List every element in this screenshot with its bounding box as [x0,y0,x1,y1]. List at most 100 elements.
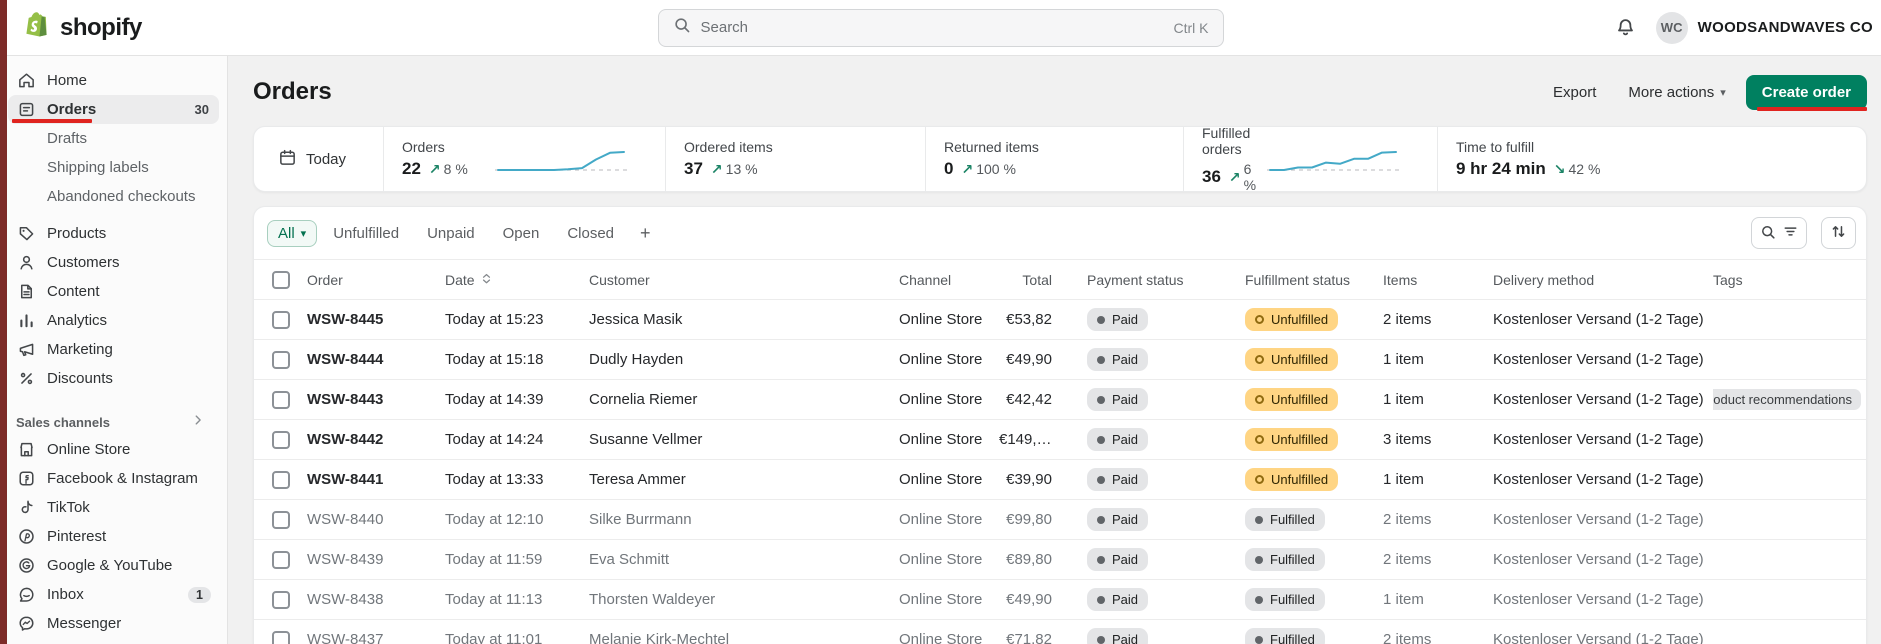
sidebar-item-pinterest[interactable]: Pinterest [8,522,219,551]
sidebar-item-label: TikTok [47,499,90,516]
sort-arrows-icon [1830,223,1847,243]
items-count: 2 items [1383,511,1432,528]
row-checkbox[interactable] [272,430,290,449]
notifications-bell-icon[interactable] [1615,17,1636,38]
table-row[interactable]: WSW-8445 Today at 15:23 Jessica Masik Onlin… [254,299,1866,339]
row-checkbox[interactable] [272,310,290,329]
table-row[interactable]: WSW-8438 Today at 11:13 Thorsten Waldeyer O… [254,579,1866,619]
tab-all[interactable]: All ▾ [267,219,318,247]
row-checkbox[interactable] [272,470,290,489]
table-row[interactable]: WSW-8443 Today at 14:39 Cornelia Riemer Onl… [254,379,1866,419]
search-filter-button[interactable] [1751,217,1807,249]
row-checkbox[interactable] [272,550,290,569]
sidebar-item-label: Home [47,72,88,89]
column-sort-icon [480,272,493,288]
sidebar-item-discounts[interactable]: Discounts [8,364,219,393]
items-count: 2 items [1383,551,1432,568]
sidebar-item-label: Inbox [47,586,84,603]
sidebar-item-marketing[interactable]: Marketing [8,335,219,364]
column-header-label: Items [1383,271,1418,288]
sidebar-item-analytics[interactable]: Analytics [8,306,219,335]
paid-status-badge: Paid [1087,388,1149,411]
sidebar-item-facebook-instagram[interactable]: Facebook & Instagram [8,464,219,493]
orders-card: All ▾ Unfulfilled Unpaid Open Closed + Order Da… [253,206,1867,644]
sidebar-item-tiktok[interactable]: TikTok [8,493,219,522]
paid-status-badge: Paid [1087,428,1149,451]
row-checkbox[interactable] [272,510,290,529]
metric-delta: ↗ 13 % [711,161,758,178]
sidebar-item-messenger[interactable]: Messenger [8,609,219,638]
sidebar-item-customers[interactable]: Customers [8,248,219,277]
metric-delta: ↗ 6 % [1229,161,1267,193]
metric-delta-value: 42 % [1568,161,1601,177]
table-row[interactable]: WSW-8442 Today at 14:24 Susanne Vellmer Onl… [254,419,1866,459]
tab-unpaid[interactable]: Unpaid [415,219,487,248]
metric-returned-items[interactable]: Returned items 0 ↗ 100 % [925,127,1183,191]
date-range-selector[interactable]: Today [278,127,383,191]
tab-label: Unpaid [427,224,475,242]
column-header-delivery-method: Delivery method [1493,272,1713,288]
table-row[interactable]: WSW-8441 Today at 13:33 Teresa Ammer Online… [254,459,1866,499]
metric-time-to-fulfill[interactable]: Time to fulfill 9 hr 24 min ↘ 42 % [1437,127,1842,191]
table-row[interactable]: WSW-8437 Today at 11:01 Melanie Kirk-Mecht… [254,619,1866,644]
sidebar-item-label: Customers [47,254,120,271]
store-icon [16,440,36,460]
create-order-button[interactable]: Create order [1745,74,1867,110]
tab-closed[interactable]: Closed [555,219,626,248]
order-number: WSW-8444 [307,351,384,368]
metric-label: Orders [402,139,445,155]
metrics-card: Today Orders 22 ↗ 8 % Ordered items 37 ↗ 13 % Re… [253,125,1867,193]
trend-down-icon: ↘ [1553,160,1566,177]
global-search-input[interactable]: Search Ctrl K [657,8,1224,47]
table-row[interactable]: WSW-8444 Today at 15:18 Dudly Hayden Online… [254,339,1866,379]
sidebar-item-google-youtube[interactable]: Google & YouTube [8,551,219,580]
sidebar-item-products[interactable]: Products [8,219,219,248]
delivery-method: Kostenloser Versand (1-2 Tage) [1493,511,1704,528]
tab-unfulfilled[interactable]: Unfulfilled [321,219,411,248]
metric-orders[interactable]: Orders 22 ↗ 8 % [383,127,665,191]
more-actions-button[interactable]: More actions ▾ [1616,76,1737,109]
delivery-method: Kostenloser Versand (1-2 Tage) [1493,391,1704,408]
row-checkbox[interactable] [272,630,290,644]
table-row[interactable]: WSW-8440 Today at 12:10 Silke Burrmann Onli… [254,499,1866,539]
export-button[interactable]: Export [1541,76,1608,109]
sidebar-item-online-store[interactable]: Online Store [8,435,219,464]
filled-dot-icon [1097,595,1105,604]
column-header-items: Items [1383,272,1493,288]
sidebar-item-abandoned-checkouts[interactable]: Abandoned checkouts [8,182,219,211]
inbox-count-badge: 1 [188,586,211,603]
order-total: €39,90 [1006,471,1052,488]
sidebar-item-label: Discounts [47,370,113,387]
filled-dot-icon [1097,555,1105,564]
tab-label: Closed [567,224,615,242]
select-all-checkbox[interactable] [272,270,290,289]
status-label: Fulfilled [1270,552,1315,567]
add-view-button[interactable]: + [630,221,661,246]
table-row[interactable]: WSW-8439 Today at 11:59 Eva Schmitt Online … [254,539,1866,579]
sidebar-item-drafts[interactable]: Drafts [8,124,219,153]
store-menu[interactable]: WC WOODSANDWAVES CO [1655,11,1873,44]
tab-open[interactable]: Open [491,219,552,248]
sidebar-item-shipping-labels[interactable]: Shipping labels [8,153,219,182]
fulfilled-status-badge: Fulfilled [1245,548,1325,571]
order-date: Today at 12:10 [445,511,544,528]
sidebar-item-home[interactable]: Home [8,66,219,95]
metric-ordered-items[interactable]: Ordered items 37 ↗ 13 % [665,127,925,191]
column-header-date[interactable]: Date [445,272,589,288]
annotation-left-red-bar [0,0,7,644]
google-icon [16,556,36,576]
sales-channels-header[interactable]: Sales channels [16,413,205,431]
sort-button[interactable] [1821,217,1856,249]
row-checkbox[interactable] [272,590,290,609]
metric-fulfilled-orders[interactable]: Fulfilled orders 36 ↗ 6 % [1183,125,1437,193]
items-count: 2 items [1383,631,1432,644]
status-label: Paid [1112,632,1139,644]
row-checkbox[interactable] [272,350,290,369]
sidebar-item-content[interactable]: Content [8,277,219,306]
row-checkbox[interactable] [272,390,290,409]
sidebar-item-inbox[interactable]: Inbox 1 [8,580,219,609]
shopify-logo[interactable]: shopify [22,9,142,46]
customer-name: Silke Burrmann [589,511,692,528]
metric-delta-value: 13 % [725,161,758,177]
paid-status-badge: Paid [1087,308,1149,331]
